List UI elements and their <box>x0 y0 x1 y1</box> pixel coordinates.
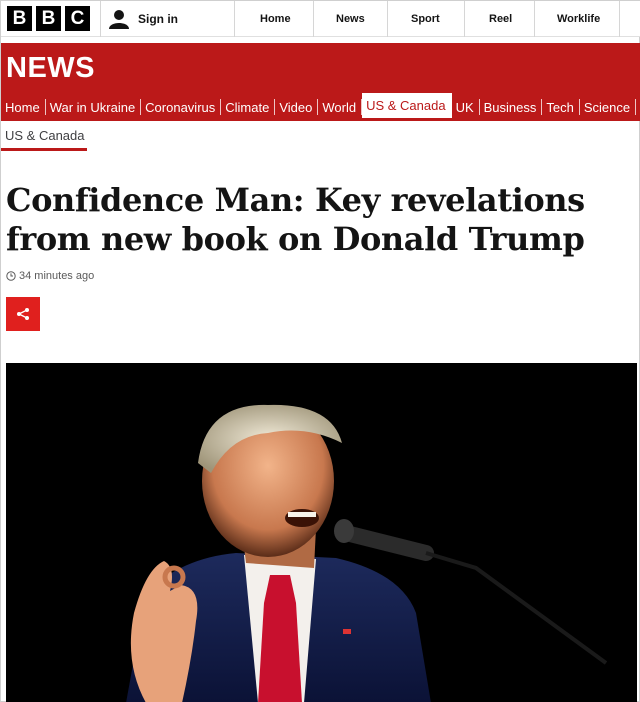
section-nav-war-in-ukraine[interactable]: War in Ukraine <box>46 93 142 121</box>
section-nav: Home War in Ukraine Coronavirus Climate … <box>1 93 640 121</box>
bbc-logo-letter-c: C <box>65 6 90 31</box>
share-button[interactable] <box>6 297 40 331</box>
divider <box>464 1 465 37</box>
article-headline: Confidence Man: Key revelations from new… <box>6 181 585 258</box>
article-lead-image <box>6 363 637 702</box>
section-nav-climate[interactable]: Climate <box>221 93 276 121</box>
sign-in-label: Sign in <box>138 12 178 26</box>
global-nav-news[interactable]: News <box>336 1 365 37</box>
global-nav-worklife[interactable]: Worklife <box>557 1 600 37</box>
section-nav-us-canada[interactable]: US & Canada <box>362 93 452 121</box>
share-icon <box>17 308 29 320</box>
bbc-logo[interactable]: B B C <box>7 6 90 31</box>
news-logo[interactable]: NEWS <box>6 52 95 84</box>
divider <box>234 1 235 37</box>
global-nav-home[interactable]: Home <box>260 1 291 37</box>
divider <box>313 1 314 37</box>
section-nav-science[interactable]: Science <box>580 93 637 121</box>
divider <box>619 1 620 37</box>
clock-icon <box>6 271 16 281</box>
divider <box>100 1 101 37</box>
breadcrumb-underline <box>1 148 87 151</box>
lead-photo <box>6 363 637 702</box>
timestamp-text: 34 minutes ago <box>19 270 95 282</box>
bbc-logo-letter-b2: B <box>36 6 61 31</box>
user-icon <box>109 10 129 29</box>
bbc-logo-letter-b1: B <box>7 6 32 31</box>
divider <box>387 1 388 37</box>
breadcrumb[interactable]: US & Canada <box>5 128 85 143</box>
divider <box>534 1 535 37</box>
section-nav-uk[interactable]: UK <box>452 93 480 121</box>
section-nav-coronavirus[interactable]: Coronavirus <box>141 93 222 121</box>
section-nav-video[interactable]: Video <box>275 93 319 121</box>
section-nav-business[interactable]: Business <box>480 93 543 121</box>
global-header: B B C Sign in Home News Sport Reel Workl… <box>1 1 640 37</box>
sign-in-button[interactable]: Sign in <box>109 7 178 31</box>
global-nav-reel[interactable]: Reel <box>489 1 512 37</box>
article-timestamp: 34 minutes ago <box>6 270 94 282</box>
news-masthead: NEWS <box>1 43 640 93</box>
section-nav-tech[interactable]: Tech <box>542 93 581 121</box>
global-nav-sport[interactable]: Sport <box>411 1 440 37</box>
section-nav-home[interactable]: Home <box>1 93 46 121</box>
section-nav-world[interactable]: World <box>318 93 362 121</box>
